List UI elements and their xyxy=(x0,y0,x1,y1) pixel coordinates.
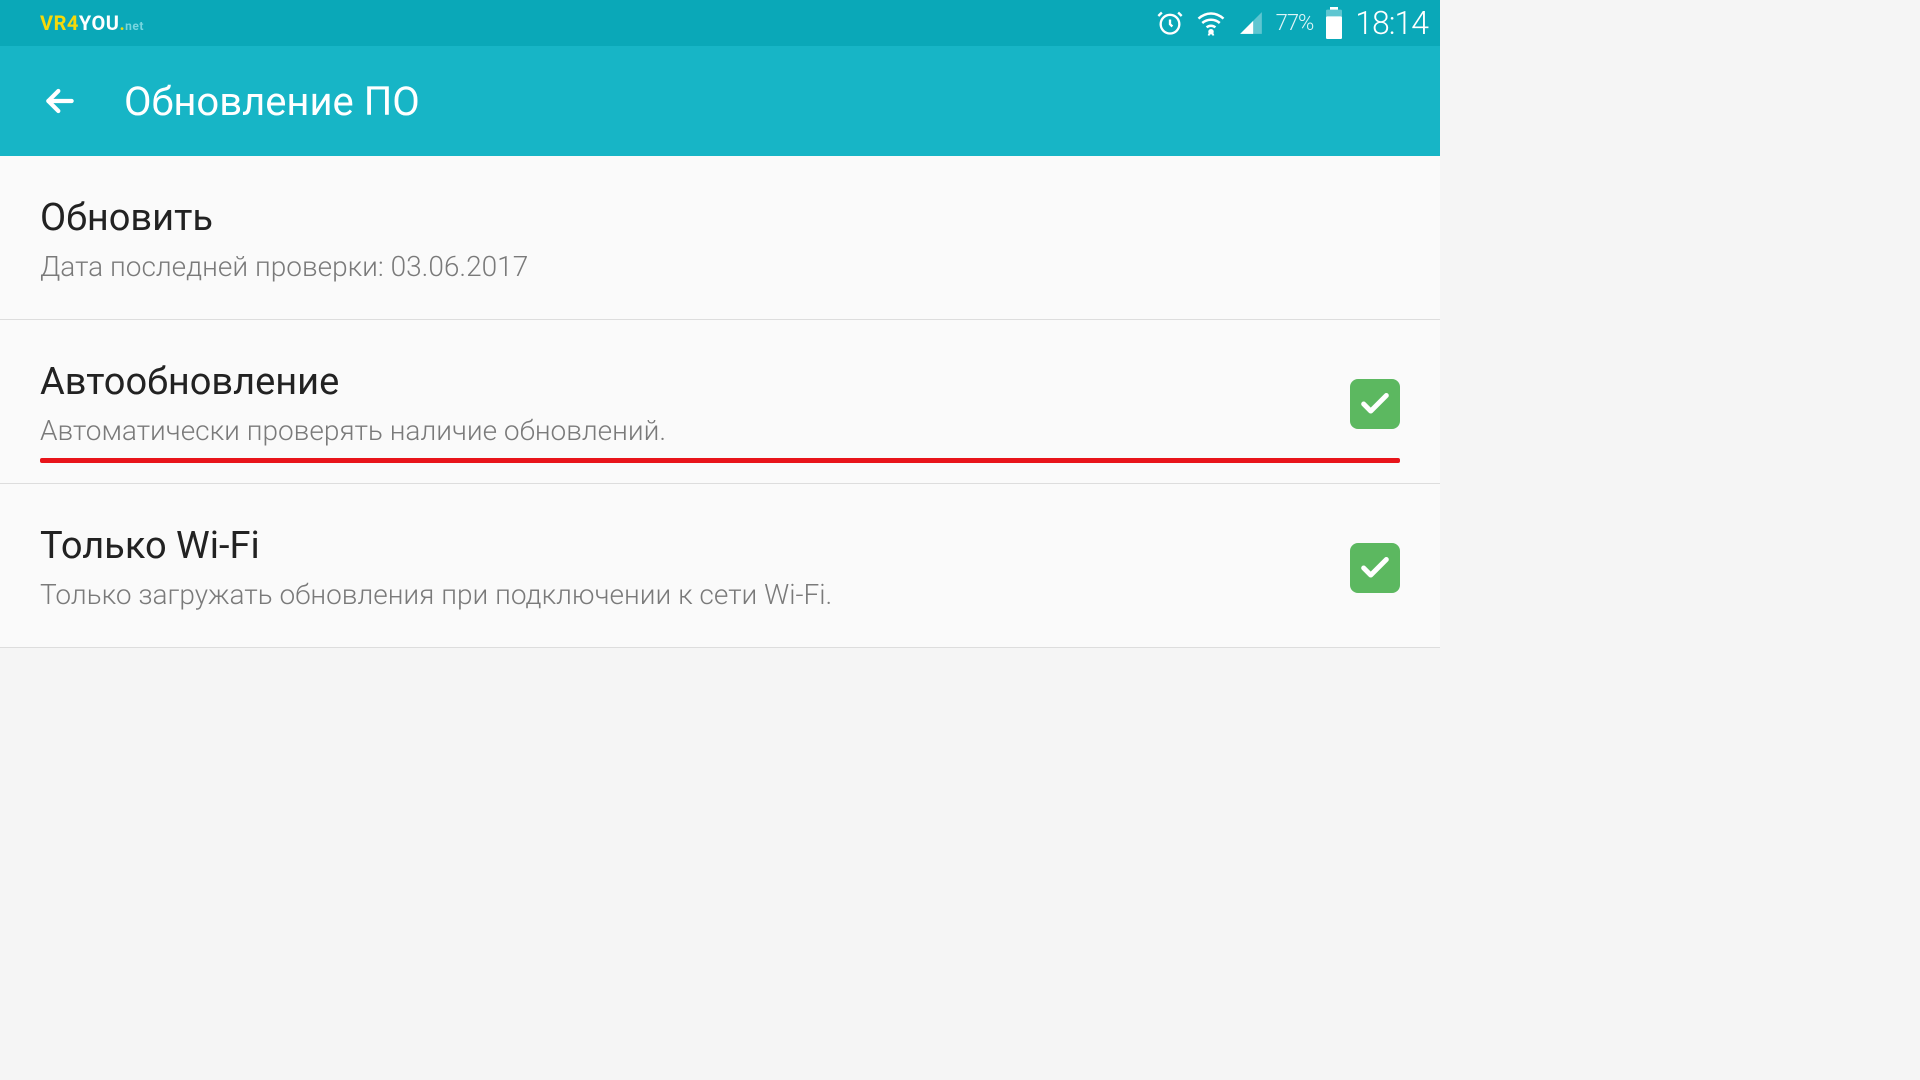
app-bar: Обновление ПО xyxy=(0,46,1440,156)
checkbox-wifi-only[interactable] xyxy=(1350,543,1400,593)
status-icons: 77% 18:14 xyxy=(1156,4,1428,42)
setting-text: Обновить Дата последней проверки: 03.06.… xyxy=(40,196,1400,283)
page-title: Обновление ПО xyxy=(124,78,420,125)
setting-item-autoupdate[interactable]: Автообновление Автоматически проверять н… xyxy=(0,320,1440,484)
setting-title: Обновить xyxy=(40,196,1400,240)
logo-part1: VR4 xyxy=(40,11,79,35)
back-button[interactable] xyxy=(40,81,80,121)
battery-percentage: 77% xyxy=(1276,11,1314,36)
status-clock: 18:14 xyxy=(1355,4,1428,42)
logo-part2: YOU xyxy=(79,11,120,35)
setting-description: Автоматически проверять наличие обновлен… xyxy=(40,414,1310,447)
highlight-underline xyxy=(40,458,1400,463)
checkmark-icon xyxy=(1358,387,1392,421)
setting-text: Автообновление Автоматически проверять н… xyxy=(40,360,1310,447)
settings-list: Обновить Дата последней проверки: 03.06.… xyxy=(0,156,1440,648)
signal-icon xyxy=(1238,10,1264,36)
wifi-icon xyxy=(1196,8,1226,38)
alarm-icon xyxy=(1156,9,1184,37)
setting-text: Только Wi-Fi Только загружать обновления… xyxy=(40,524,1310,611)
setting-description: Только загружать обновления при подключе… xyxy=(40,578,1310,611)
logo-part3: net xyxy=(125,19,144,33)
setting-title: Только Wi-Fi xyxy=(40,524,1310,568)
status-bar: VR4YOU.net 77% 18:14 xyxy=(0,0,1440,46)
setting-item-wifi-only[interactable]: Только Wi-Fi Только загружать обновления… xyxy=(0,484,1440,648)
setting-item-update[interactable]: Обновить Дата последней проверки: 03.06.… xyxy=(0,156,1440,320)
watermark-logo: VR4YOU.net xyxy=(40,11,144,35)
checkbox-autoupdate[interactable] xyxy=(1350,379,1400,429)
setting-description: Дата последней проверки: 03.06.2017 xyxy=(40,250,1400,283)
battery-icon xyxy=(1325,7,1343,39)
checkmark-icon xyxy=(1358,551,1392,585)
setting-title: Автообновление xyxy=(40,360,1310,404)
